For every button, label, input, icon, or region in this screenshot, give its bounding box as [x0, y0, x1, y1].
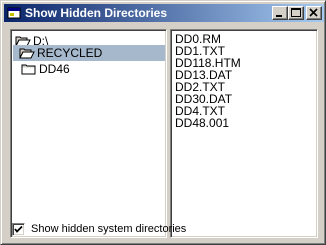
maximize-icon: [291, 8, 301, 17]
directory-list[interactable]: D:\ RECYCLED DD46: [10, 29, 167, 238]
directory-label: DD46: [39, 62, 70, 76]
file-list[interactable]: DD0.RM DD1.TXT DD118.HTM DD13.DAT DD2.TXT DD3…: [170, 29, 318, 238]
show-hidden-checkbox[interactable]: [12, 223, 25, 236]
checkmark-icon: [14, 225, 23, 233]
maximize-button[interactable]: [288, 6, 304, 20]
open-folder-icon: [19, 46, 35, 60]
close-button[interactable]: [306, 6, 322, 20]
app-window: Show Hidden Directories D:\ RECYCLED DD4…: [0, 0, 326, 245]
folder-icon: [21, 62, 37, 76]
minimize-icon: [276, 15, 282, 17]
window-title: Show Hidden Directories: [25, 6, 168, 20]
app-icon[interactable]: [7, 6, 21, 20]
minimize-button[interactable]: [272, 6, 288, 20]
directory-item-recycled[interactable]: RECYCLED: [13, 45, 165, 61]
show-hidden-checkbox-label: Show hidden system directories: [31, 223, 187, 235]
close-icon: [309, 8, 318, 17]
show-hidden-checkbox-row[interactable]: Show hidden system directories: [12, 223, 212, 237]
file-list-item[interactable]: DD48.001: [175, 117, 241, 129]
directory-item-dd46[interactable]: DD46: [21, 61, 161, 77]
directory-label: RECYCLED: [37, 46, 103, 60]
title-bar[interactable]: Show Hidden Directories: [4, 4, 324, 22]
